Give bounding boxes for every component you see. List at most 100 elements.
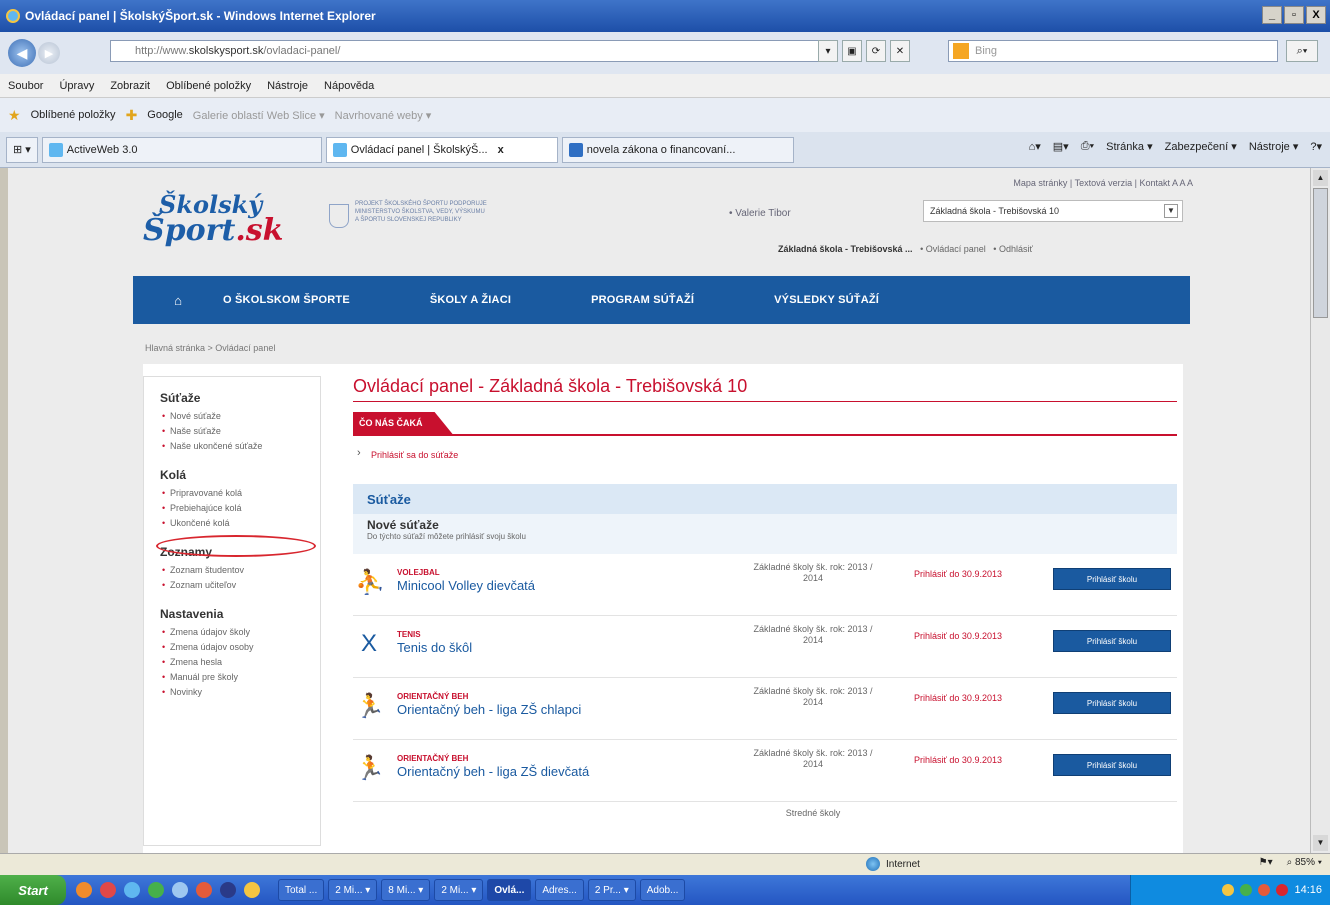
competition-name[interactable]: Minicool Volley dievčatá <box>397 578 535 593</box>
dropdown-icon[interactable]: ▾ <box>818 40 838 62</box>
favorites-label[interactable]: Oblíbené položky <box>31 109 116 121</box>
site-logo[interactable]: Školský Šport.sk <box>143 190 283 248</box>
sidebar-heading: Nastavenia <box>160 607 224 621</box>
quicklaunch-icon[interactable] <box>244 882 260 898</box>
tab-activeweb[interactable]: ActiveWeb 3.0 <box>41 136 322 163</box>
sidebar-item[interactable]: Nové súťaže <box>160 409 320 424</box>
menu-item[interactable]: Úpravy <box>59 80 94 92</box>
minimize-button[interactable]: _ <box>1262 6 1282 24</box>
sidebar-item[interactable]: Prebiehajúce kolá <box>160 501 320 516</box>
close-button[interactable]: X <box>1306 6 1326 24</box>
forward-button[interactable]: ▶ <box>38 42 60 64</box>
fav-webslice[interactable]: Galerie oblastí Web Slice ▾ <box>193 109 325 122</box>
sidebar-item[interactable]: Manuál pre školy <box>160 670 320 685</box>
clock[interactable]: 14:16 <box>1294 884 1322 896</box>
task-button[interactable]: Adres... <box>535 879 584 901</box>
home-icon[interactable]: ⌂▾ <box>1029 140 1041 153</box>
task-button[interactable]: Ovlá... <box>487 879 532 901</box>
sidebar-item[interactable]: Zoznam študentov <box>160 563 320 578</box>
register-school-button[interactable]: Prihlásiť školu <box>1053 754 1171 776</box>
add-favorite-icon[interactable]: ✚ <box>126 107 138 124</box>
tab-label: Ovládací panel | ŠkolskýŠ... <box>350 143 488 156</box>
quicklaunch-icon[interactable] <box>148 882 164 898</box>
competition-name[interactable]: Orientačný beh - liga ZŠ chlapci <box>397 702 581 717</box>
sidebar-item[interactable]: Zmena údajov školy <box>160 625 320 640</box>
fav-google[interactable]: Google <box>147 109 182 121</box>
close-tab-icon[interactable]: x <box>498 144 504 156</box>
search-input[interactable]: Bing <box>948 40 1278 62</box>
scroll-thumb[interactable] <box>1313 188 1328 318</box>
url-field[interactable]: http://www. skolskysport.sk/ovladaci-pane… <box>110 40 830 62</box>
quicklaunch-icon[interactable] <box>100 882 116 898</box>
menu-item[interactable]: Oblíbené položky <box>166 80 251 92</box>
sidebar-item[interactable]: Novinky <box>160 685 320 700</box>
quicklaunch-icon[interactable] <box>172 882 188 898</box>
sidebar-item[interactable]: Naše súťaže <box>160 424 320 439</box>
school-select[interactable]: Základná škola - Trebišovská 10 ▼ <box>923 200 1183 222</box>
print-icon[interactable]: ⎙▾ <box>1081 140 1094 153</box>
breadcrumb[interactable]: Hlavná stránka > Ovládací panel <box>145 343 275 353</box>
back-button[interactable]: ◀ <box>8 39 36 67</box>
tray-icon[interactable] <box>1276 884 1289 896</box>
tray-icon[interactable] <box>1222 884 1235 896</box>
cmd-tools[interactable]: Nástroje ▾ <box>1249 140 1299 153</box>
tray-icon[interactable] <box>1240 884 1253 896</box>
ie-icon[interactable] <box>124 882 140 898</box>
register-school-button[interactable]: Prihlásiť školu <box>1053 692 1171 714</box>
competition-name[interactable]: Orientačný beh - liga ZŠ dievčatá <box>397 764 589 779</box>
nav-program[interactable]: PROGRAM SÚŤAŽÍ <box>591 294 694 306</box>
chevron-down-icon[interactable]: ▼ <box>1164 204 1178 218</box>
register-school-button[interactable]: Prihlásiť školu <box>1053 630 1171 652</box>
stop-icon[interactable]: ✕ <box>890 40 910 62</box>
compat-icon[interactable]: ▣ <box>842 40 862 62</box>
task-button[interactable]: Total ... <box>278 879 325 901</box>
cmd-security[interactable]: Zabezpečení ▾ <box>1165 140 1237 153</box>
feeds-icon[interactable]: ▤▾ <box>1053 140 1069 153</box>
sidebar-item[interactable]: Ukončené kolá <box>160 516 320 531</box>
quicklaunch-icon[interactable] <box>220 882 236 898</box>
zoom-control[interactable]: ⌕ 85% ▾ <box>1287 857 1322 868</box>
join-competition-link[interactable]: Prihlásiť sa do súťaže <box>353 447 1183 470</box>
competition-name[interactable]: Tenis do škôl <box>397 640 472 655</box>
sidebar-item[interactable]: Zmena údajov osoby <box>160 640 320 655</box>
nav-schools[interactable]: ŠKOLY A ŽIACI <box>430 294 511 306</box>
home-icon[interactable]: ⌂ <box>133 293 223 308</box>
task-button[interactable]: 2 Mi... ▾ <box>328 879 378 901</box>
menu-item[interactable]: Nápověda <box>324 80 374 92</box>
menu-item[interactable]: Zobrazit <box>110 80 150 92</box>
menu-item[interactable]: Soubor <box>8 80 43 92</box>
start-button[interactable]: Start <box>0 875 66 905</box>
fav-suggested[interactable]: Navrhované weby ▾ <box>335 109 432 122</box>
menu-item[interactable]: Nástroje <box>267 80 308 92</box>
scroll-down-icon[interactable]: ▼ <box>1313 835 1328 851</box>
refresh-icon[interactable]: ⟳ <box>866 40 886 62</box>
sidebar-item[interactable]: Naše ukončené súťaže <box>160 439 320 454</box>
logout-link[interactable]: • Odhlásiť <box>993 244 1033 254</box>
cmd-page[interactable]: Stránka ▾ <box>1106 140 1153 153</box>
task-button[interactable]: Adob... <box>639 879 686 901</box>
search-button[interactable]: ⌕▾ <box>1286 40 1318 62</box>
sidebar-item[interactable]: Zmena hesla <box>160 655 320 670</box>
task-button[interactable]: 2 Pr... ▾ <box>587 879 636 901</box>
tray-icon[interactable] <box>1258 884 1271 896</box>
task-button[interactable]: 8 Mi... ▾ <box>381 879 431 901</box>
tab-novela[interactable]: novela zákona o financovaní... <box>561 136 794 163</box>
scroll-up-icon[interactable]: ▲ <box>1313 170 1328 186</box>
protected-mode-icon[interactable]: ⚑▾ <box>1259 857 1273 868</box>
cmd-help[interactable]: ?▾ <box>1310 140 1322 153</box>
nav-results[interactable]: VÝSLEDKY SÚŤAŽÍ <box>774 294 879 306</box>
quicklaunch-icon[interactable] <box>196 882 212 898</box>
quicklaunch-icon[interactable] <box>76 882 92 898</box>
user-name[interactable]: • Valerie Tibor <box>729 208 791 219</box>
task-button[interactable]: 2 Mi... ▾ <box>434 879 484 901</box>
sidebar-item[interactable]: Pripravované kolá <box>160 486 320 501</box>
maximize-button[interactable]: ▫ <box>1284 6 1304 24</box>
tab-ovladaci-panel[interactable]: Ovládací panel | ŠkolskýŠ... x <box>325 136 558 163</box>
control-panel-link[interactable]: • Ovládací panel <box>920 244 986 254</box>
top-links[interactable]: Mapa stránky | Textová verzia | Kontakt … <box>1013 178 1193 188</box>
register-school-button[interactable]: Prihlásiť školu <box>1053 568 1171 590</box>
sidebar-item[interactable]: Zoznam učiteľov <box>160 578 320 593</box>
vertical-scrollbar[interactable]: ▲ ▼ <box>1310 168 1330 853</box>
quick-tabs-button[interactable]: ⊞ ▾ <box>6 136 38 163</box>
nav-about[interactable]: O ŠKOLSKOM ŠPORTE <box>223 294 350 306</box>
